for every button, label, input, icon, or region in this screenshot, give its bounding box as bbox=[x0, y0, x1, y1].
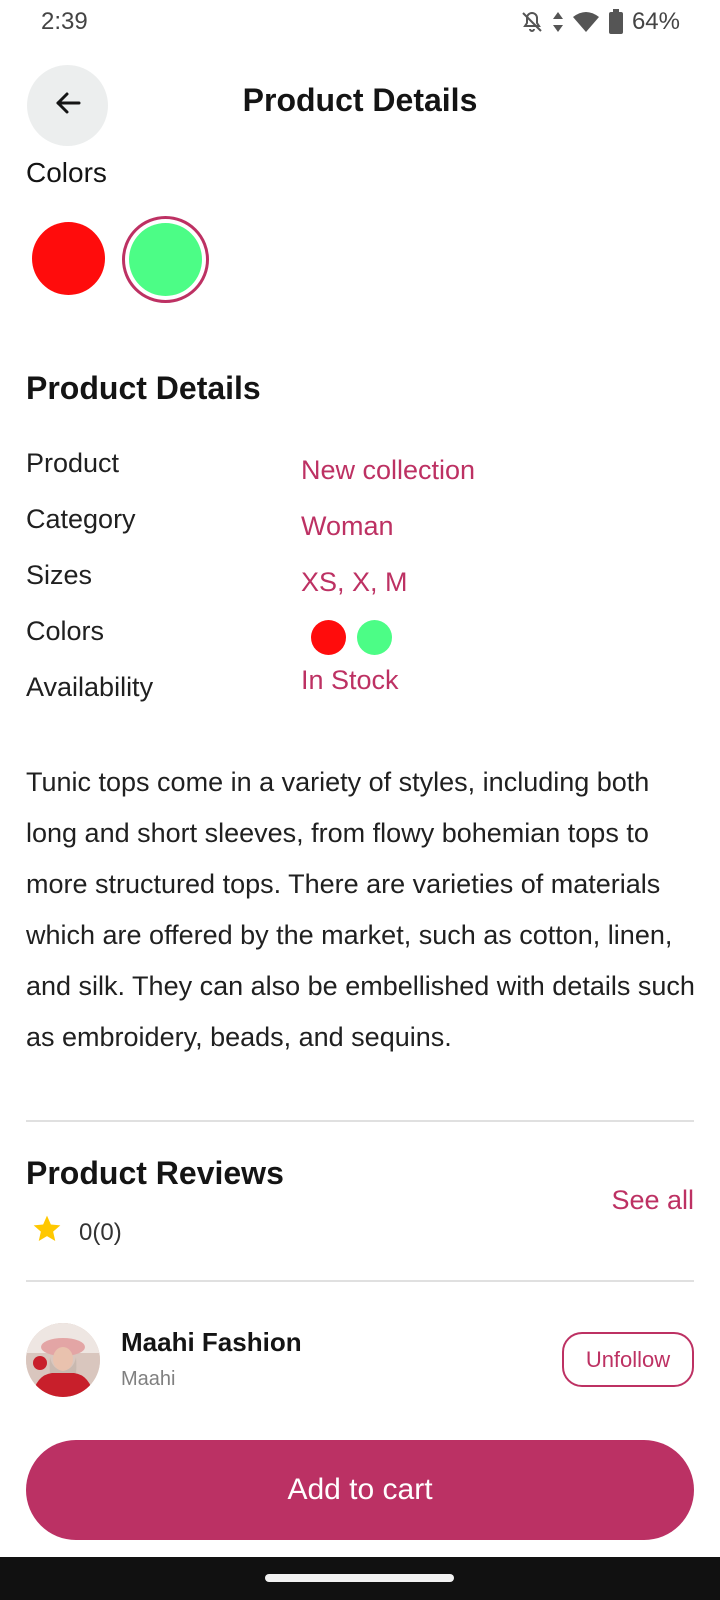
color-swatch-green-selected[interactable] bbox=[122, 216, 209, 303]
page-title: Product Details bbox=[242, 82, 478, 118]
detail-value-sizes: XS, X, M bbox=[301, 567, 408, 597]
see-all-link[interactable]: See all bbox=[611, 1185, 694, 1216]
detail-label-colors: Colors bbox=[26, 616, 105, 646]
detail-label-sizes: Sizes bbox=[26, 560, 93, 590]
detail-label-product: Product bbox=[26, 448, 120, 478]
rating-value: 0(0) bbox=[79, 1218, 122, 1246]
seller-name[interactable]: Maahi Fashion bbox=[121, 1327, 302, 1358]
color-swatch-green-fill bbox=[129, 223, 202, 296]
detail-color-dot-red bbox=[311, 620, 346, 655]
status-icons: 64% bbox=[520, 8, 680, 36]
home-gesture-handle[interactable] bbox=[265, 1574, 454, 1582]
status-time: 2:39 bbox=[41, 8, 88, 35]
battery-percent: 64% bbox=[631, 8, 680, 35]
color-swatch-red[interactable] bbox=[32, 222, 105, 295]
divider bbox=[26, 1120, 694, 1122]
product-details-heading: Product Details bbox=[26, 370, 261, 406]
star-icon bbox=[31, 1213, 63, 1252]
status-bar: 2:39 64% bbox=[0, 0, 720, 50]
battery-icon bbox=[608, 9, 624, 35]
seller-handle: Maahi bbox=[121, 1368, 176, 1390]
add-to-cart-button[interactable]: Add to cart bbox=[26, 1440, 694, 1540]
data-arrows-icon bbox=[552, 10, 564, 34]
seller-avatar[interactable] bbox=[26, 1323, 100, 1397]
product-reviews-heading: Product Reviews bbox=[26, 1155, 284, 1191]
divider bbox=[26, 1280, 694, 1282]
detail-value-category: Woman bbox=[301, 511, 394, 541]
detail-color-dot-green bbox=[357, 620, 392, 655]
bell-off-icon bbox=[520, 10, 544, 34]
reviews-rating: 0(0) bbox=[31, 1213, 122, 1252]
wifi-icon bbox=[572, 10, 600, 34]
unfollow-button[interactable]: Unfollow bbox=[562, 1332, 694, 1387]
detail-label-category: Category bbox=[26, 504, 136, 534]
detail-value-availability: In Stock bbox=[301, 665, 399, 695]
detail-value-product: New collection bbox=[301, 455, 476, 485]
system-nav-bar bbox=[0, 1557, 720, 1600]
colors-label: Colors bbox=[26, 157, 107, 188]
app-header: Product Details bbox=[0, 62, 720, 146]
product-description: Tunic tops come in a variety of styles, … bbox=[26, 767, 695, 1052]
detail-label-availability: Availability bbox=[26, 672, 154, 702]
